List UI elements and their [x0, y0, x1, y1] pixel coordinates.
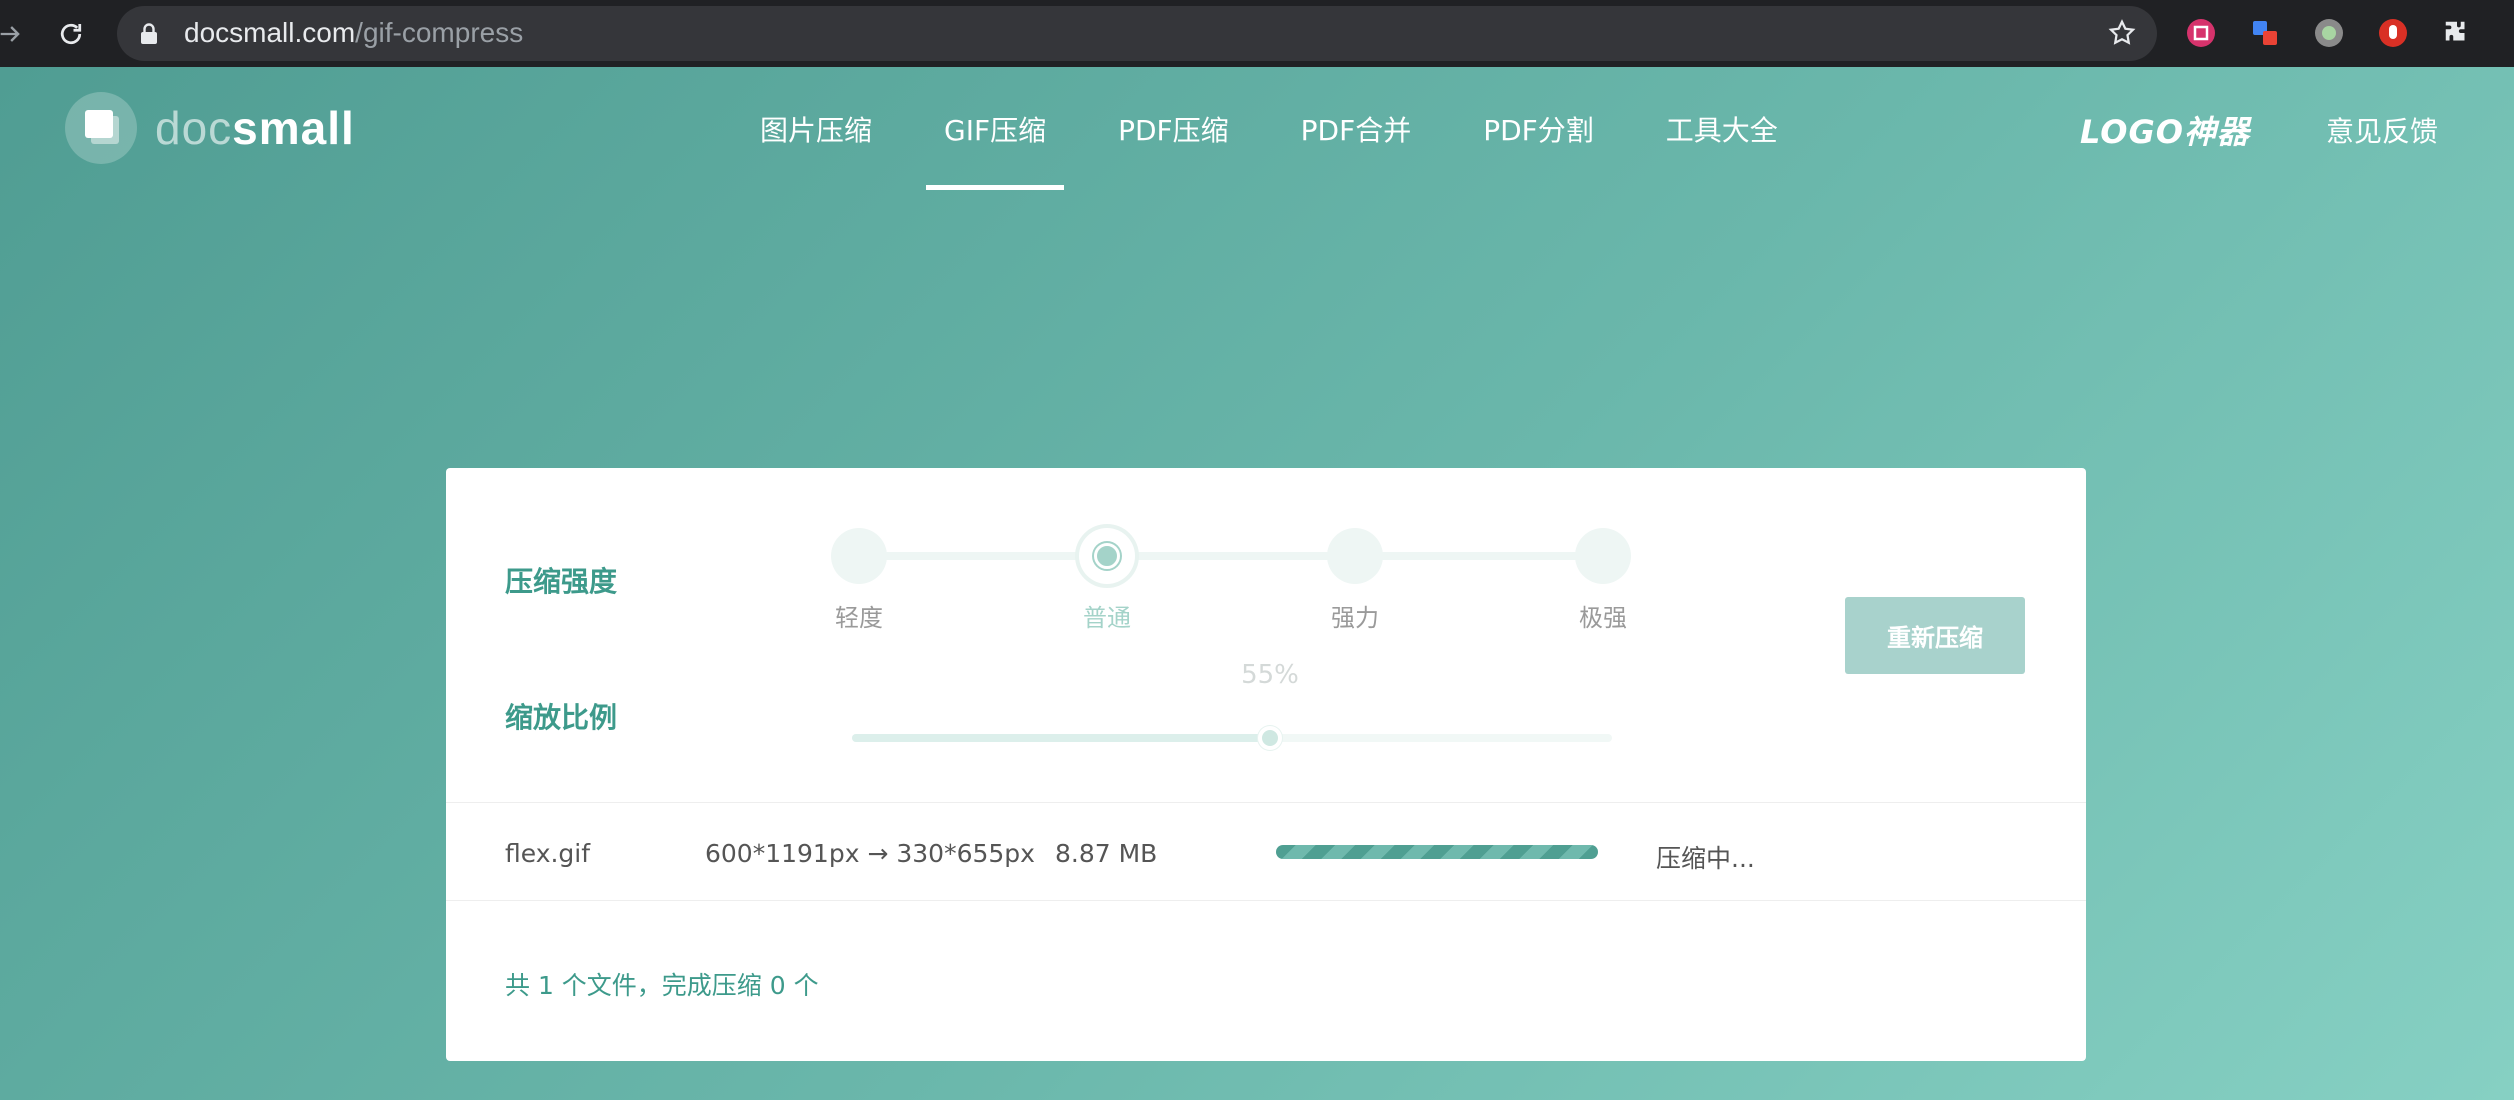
scale-value: 55%: [1241, 660, 1299, 690]
strength-label-strong: 强力: [1331, 604, 1379, 632]
recompress-button[interactable]: 重新压缩: [1845, 597, 2025, 674]
nav-pdf-compress[interactable]: PDF压缩: [1118, 67, 1229, 190]
logo-god-link[interactable]: LOGO神器: [2080, 107, 2250, 153]
main-nav: 图片压缩 GIF压缩 PDF压缩 PDF合并 PDF分割 工具大全: [760, 67, 1850, 190]
compress-progress-bar: [1276, 845, 1598, 859]
forward-icon[interactable]: [0, 12, 32, 56]
docsmall-logo[interactable]: docsmall: [65, 92, 355, 164]
divider: [446, 900, 2086, 901]
nav-pdf-merge[interactable]: PDF合并: [1301, 67, 1412, 190]
strength-label: 压缩强度: [505, 565, 618, 598]
strength-track: [859, 552, 1603, 560]
scale-slider-fill: [852, 734, 1270, 742]
address-bar[interactable]: docsmall.com/gif-compress: [117, 6, 2157, 61]
scale-slider[interactable]: [852, 718, 1612, 758]
strength-label-extreme: 极强: [1579, 604, 1627, 632]
extensions-puzzle-icon[interactable]: [2438, 14, 2476, 52]
strength-stepper: 轻度 普通 强力 极强: [831, 528, 1631, 638]
docsmall-logo-icon: [65, 92, 137, 164]
extension-translate-icon[interactable]: [2246, 14, 2284, 52]
strength-step-normal[interactable]: [1079, 528, 1135, 584]
url-text: docsmall.com/gif-compress: [184, 17, 524, 48]
logo-wordmark: docsmall: [155, 102, 355, 154]
nav-pdf-split[interactable]: PDF分割: [1483, 67, 1594, 190]
file-name: flex.gif: [505, 839, 591, 868]
feedback-link[interactable]: 意见反馈: [2326, 110, 2438, 150]
file-dimensions: 600*1191px → 330*655px: [705, 839, 1035, 868]
nav-image-compress[interactable]: 图片压缩: [760, 67, 872, 190]
file-row: flex.gif 600*1191px → 330*655px 8.87 MB …: [446, 803, 2086, 900]
extension-square-icon[interactable]: [2182, 14, 2220, 52]
file-size: 8.87 MB: [1055, 839, 1158, 868]
reload-icon[interactable]: [49, 12, 93, 56]
extension-hand-icon[interactable]: [2374, 14, 2412, 52]
compress-card: 压缩强度 轻度 普通 强力 极强 缩放比例 55% 重新压缩 flex.gif …: [446, 468, 2086, 1061]
site-header: docsmall 图片压缩 GIF压缩 PDF压缩 PDF合并 PDF分割 工具…: [0, 67, 2514, 190]
strength-label-light: 轻度: [835, 604, 883, 632]
file-status: 压缩中...: [1656, 844, 1755, 873]
extension-circle-icon[interactable]: [2310, 14, 2348, 52]
strength-step-extreme[interactable]: [1575, 528, 1631, 584]
nav-all-tools[interactable]: 工具大全: [1666, 67, 1778, 190]
scale-slider-thumb[interactable]: [1258, 726, 1282, 750]
strength-step-strong[interactable]: [1327, 528, 1383, 584]
scale-label: 缩放比例: [505, 701, 618, 734]
browser-toolbar: docsmall.com/gif-compress: [0, 0, 2514, 67]
strength-step-light[interactable]: [831, 528, 887, 584]
summary-text: 共 1 个文件，完成压缩 0 个: [505, 971, 819, 1000]
strength-label-normal: 普通: [1083, 604, 1131, 632]
bookmark-star-icon[interactable]: [2107, 18, 2137, 52]
nav-gif-compress[interactable]: GIF压缩: [926, 67, 1065, 190]
lock-icon: [140, 23, 158, 49]
